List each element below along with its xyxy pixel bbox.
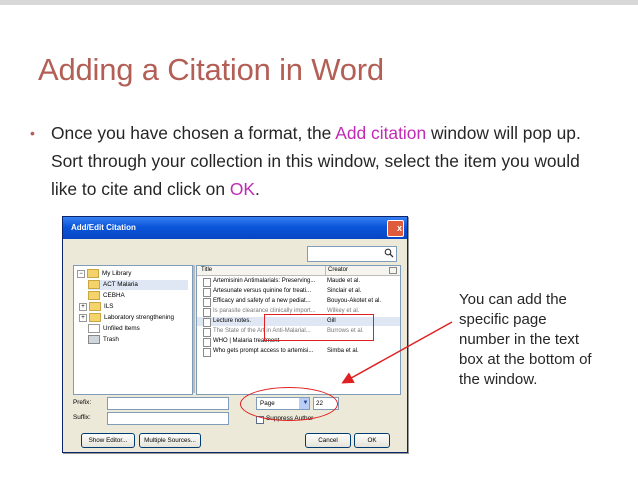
callout-arrow <box>341 321 453 384</box>
callout-text: You can add the specific page number in … <box>459 291 592 388</box>
